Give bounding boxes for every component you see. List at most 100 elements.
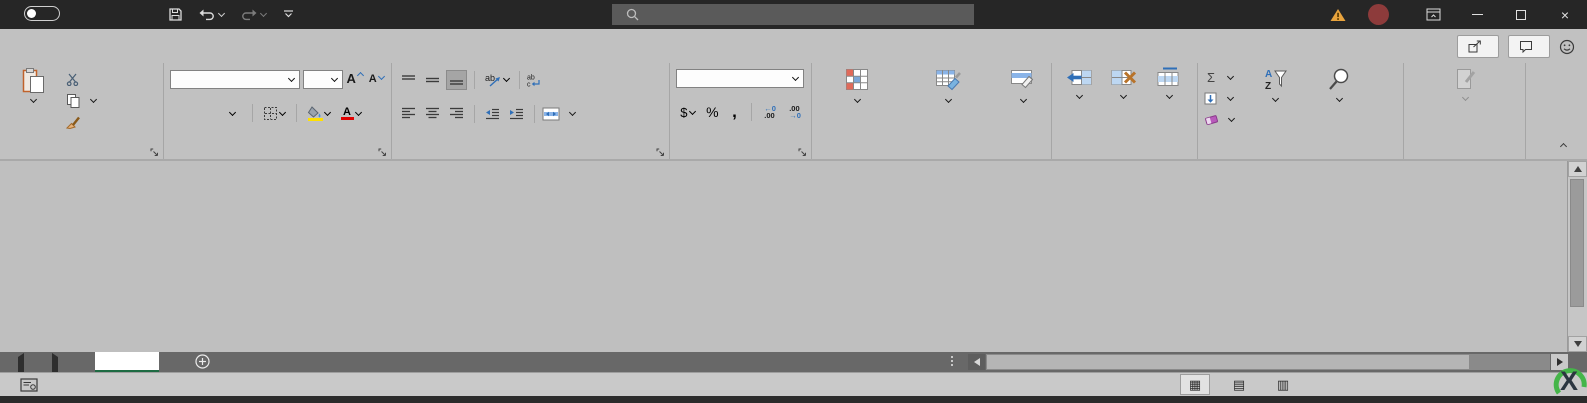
normal-view-button[interactable]: ▦ (1180, 374, 1210, 395)
page-break-preview-button[interactable]: ▥ (1268, 374, 1298, 395)
delete-cells-button[interactable] (1105, 66, 1141, 144)
font-color-button[interactable]: A (337, 103, 365, 123)
clipboard-dialog-launcher-icon[interactable] (150, 148, 159, 157)
decrease-indent-button[interactable] (482, 104, 503, 124)
font-name-combo[interactable] (170, 69, 301, 89)
quick-access-toolbar (168, 4, 294, 24)
customize-quick-access-icon[interactable] (283, 9, 294, 19)
undo-button[interactable] (199, 8, 226, 21)
tab-strip-resize-handle[interactable] (951, 356, 953, 366)
align-bottom-button[interactable] (446, 69, 467, 90)
fill-color-button[interactable] (304, 103, 334, 123)
increase-decimal-button[interactable]: ←0.00 (759, 102, 781, 122)
undo-icon (199, 8, 215, 21)
autosum-button[interactable]: Σ (1204, 67, 1235, 88)
horizontal-scrollbar[interactable] (968, 354, 1568, 370)
share-button[interactable] (1457, 35, 1499, 58)
increase-font-size-button[interactable]: A (346, 69, 365, 89)
fill-button[interactable] (1204, 88, 1235, 109)
warning-icon[interactable] (1330, 8, 1346, 22)
vertical-scrollbar[interactable] (1567, 161, 1587, 352)
increase-indent-button[interactable] (506, 104, 527, 124)
maximize-button[interactable] (1499, 0, 1543, 29)
copy-button[interactable] (66, 90, 98, 111)
clear-button[interactable] (1204, 109, 1236, 130)
feedback-smiley-icon[interactable] (1559, 39, 1575, 55)
excel-window: × A A A ab ab c $ % , ←0 .00 .00 →0 Σ A … (0, 0, 1587, 403)
italic-button[interactable] (194, 103, 215, 123)
search-input[interactable] (648, 6, 948, 23)
decrease-font-size-button[interactable]: A (367, 69, 386, 89)
comments-button[interactable] (1508, 35, 1550, 58)
conditional-formatting-button[interactable] (813, 66, 901, 144)
align-center-button[interactable] (422, 104, 443, 124)
insert-cells-button[interactable] (1059, 66, 1099, 144)
align-middle-button[interactable] (422, 70, 443, 90)
orientation-icon: ab (485, 73, 502, 87)
number-dialog-launcher-icon[interactable] (798, 148, 807, 157)
search-box[interactable] (612, 4, 974, 25)
collapse-ribbon-chevron-icon[interactable] (1559, 142, 1568, 151)
underline-button[interactable] (218, 103, 245, 123)
accessibility-status-icon[interactable] (20, 378, 38, 392)
copy-icon (66, 93, 81, 109)
clear-icon (1204, 113, 1219, 126)
align-left-button[interactable] (398, 104, 419, 124)
percent-format-button[interactable]: % (703, 102, 722, 122)
paste-button[interactable] (6, 66, 60, 132)
horizontal-scrollbar-track[interactable] (986, 354, 1550, 370)
ribbon-display-options-button[interactable] (1411, 0, 1455, 29)
format-painter-button[interactable] (66, 111, 97, 132)
paste-dropdown-chevron[interactable] (29, 95, 38, 104)
minimize-button[interactable] (1455, 0, 1499, 29)
sensitivity-button[interactable] (1430, 66, 1500, 144)
sort-filter-button[interactable]: AZ (1239, 66, 1311, 130)
number-format-combo[interactable] (676, 69, 804, 88)
merge-center-button[interactable] (542, 103, 577, 124)
new-sheet-button[interactable] (195, 354, 210, 369)
autosum-icon: Σ (1206, 70, 1216, 85)
cell-styles-icon (1010, 67, 1036, 92)
cut-button[interactable] (66, 69, 97, 90)
save-icon[interactable] (168, 7, 183, 22)
scroll-up-button[interactable] (1568, 161, 1587, 177)
font-dialog-launcher-icon[interactable] (378, 148, 387, 157)
find-select-icon (1328, 67, 1351, 91)
align-top-button[interactable] (398, 70, 419, 90)
borders-button[interactable] (260, 103, 289, 123)
align-right-button[interactable] (446, 104, 467, 124)
autosave-toggle[interactable] (24, 6, 60, 21)
horizontal-scrollbar-thumb[interactable] (987, 355, 1469, 369)
comma-format-button[interactable]: , (725, 102, 744, 122)
font-size-combo[interactable] (303, 69, 343, 89)
alignment-dialog-launcher-icon[interactable] (656, 148, 665, 157)
orientation-button[interactable]: ab (482, 70, 512, 90)
find-select-button[interactable] (1315, 66, 1363, 130)
redo-button[interactable] (241, 8, 268, 21)
exceldepo-logo-icon: X (1551, 361, 1587, 399)
cell-styles-button[interactable] (995, 66, 1051, 144)
wrap-text-button[interactable]: ab c (527, 69, 547, 90)
currency-format-button[interactable]: $ (676, 102, 700, 122)
cell-styles-label (1019, 95, 1028, 107)
svg-text:X: X (1560, 366, 1578, 396)
scroll-down-button[interactable] (1568, 336, 1587, 352)
paste-icon (22, 67, 45, 94)
ribbon-group-clipboard (0, 63, 164, 159)
ribbon: A A A ab ab c $ % , ←0 .00 .00 →0 Σ A Z (0, 63, 1587, 161)
find-select-label (1335, 94, 1344, 106)
avatar[interactable] (1368, 4, 1389, 25)
sheet-tab-sayfa1[interactable] (95, 352, 159, 372)
sort-filter-label (1271, 94, 1280, 106)
font-color-icon: A (340, 106, 354, 120)
format-as-table-button[interactable] (905, 66, 991, 144)
page-layout-view-button[interactable]: ▤ (1224, 374, 1254, 395)
scroll-left-button[interactable] (968, 354, 985, 370)
tabrow-right (1457, 35, 1575, 58)
format-cells-button[interactable] (1147, 66, 1191, 144)
decrease-decimal-button[interactable]: .00 →0 (784, 102, 806, 122)
ribbon-tab-row (0, 29, 1587, 63)
bold-button[interactable] (170, 103, 191, 123)
vertical-scrollbar-thumb[interactable] (1570, 179, 1584, 307)
close-button[interactable]: × (1543, 0, 1587, 29)
